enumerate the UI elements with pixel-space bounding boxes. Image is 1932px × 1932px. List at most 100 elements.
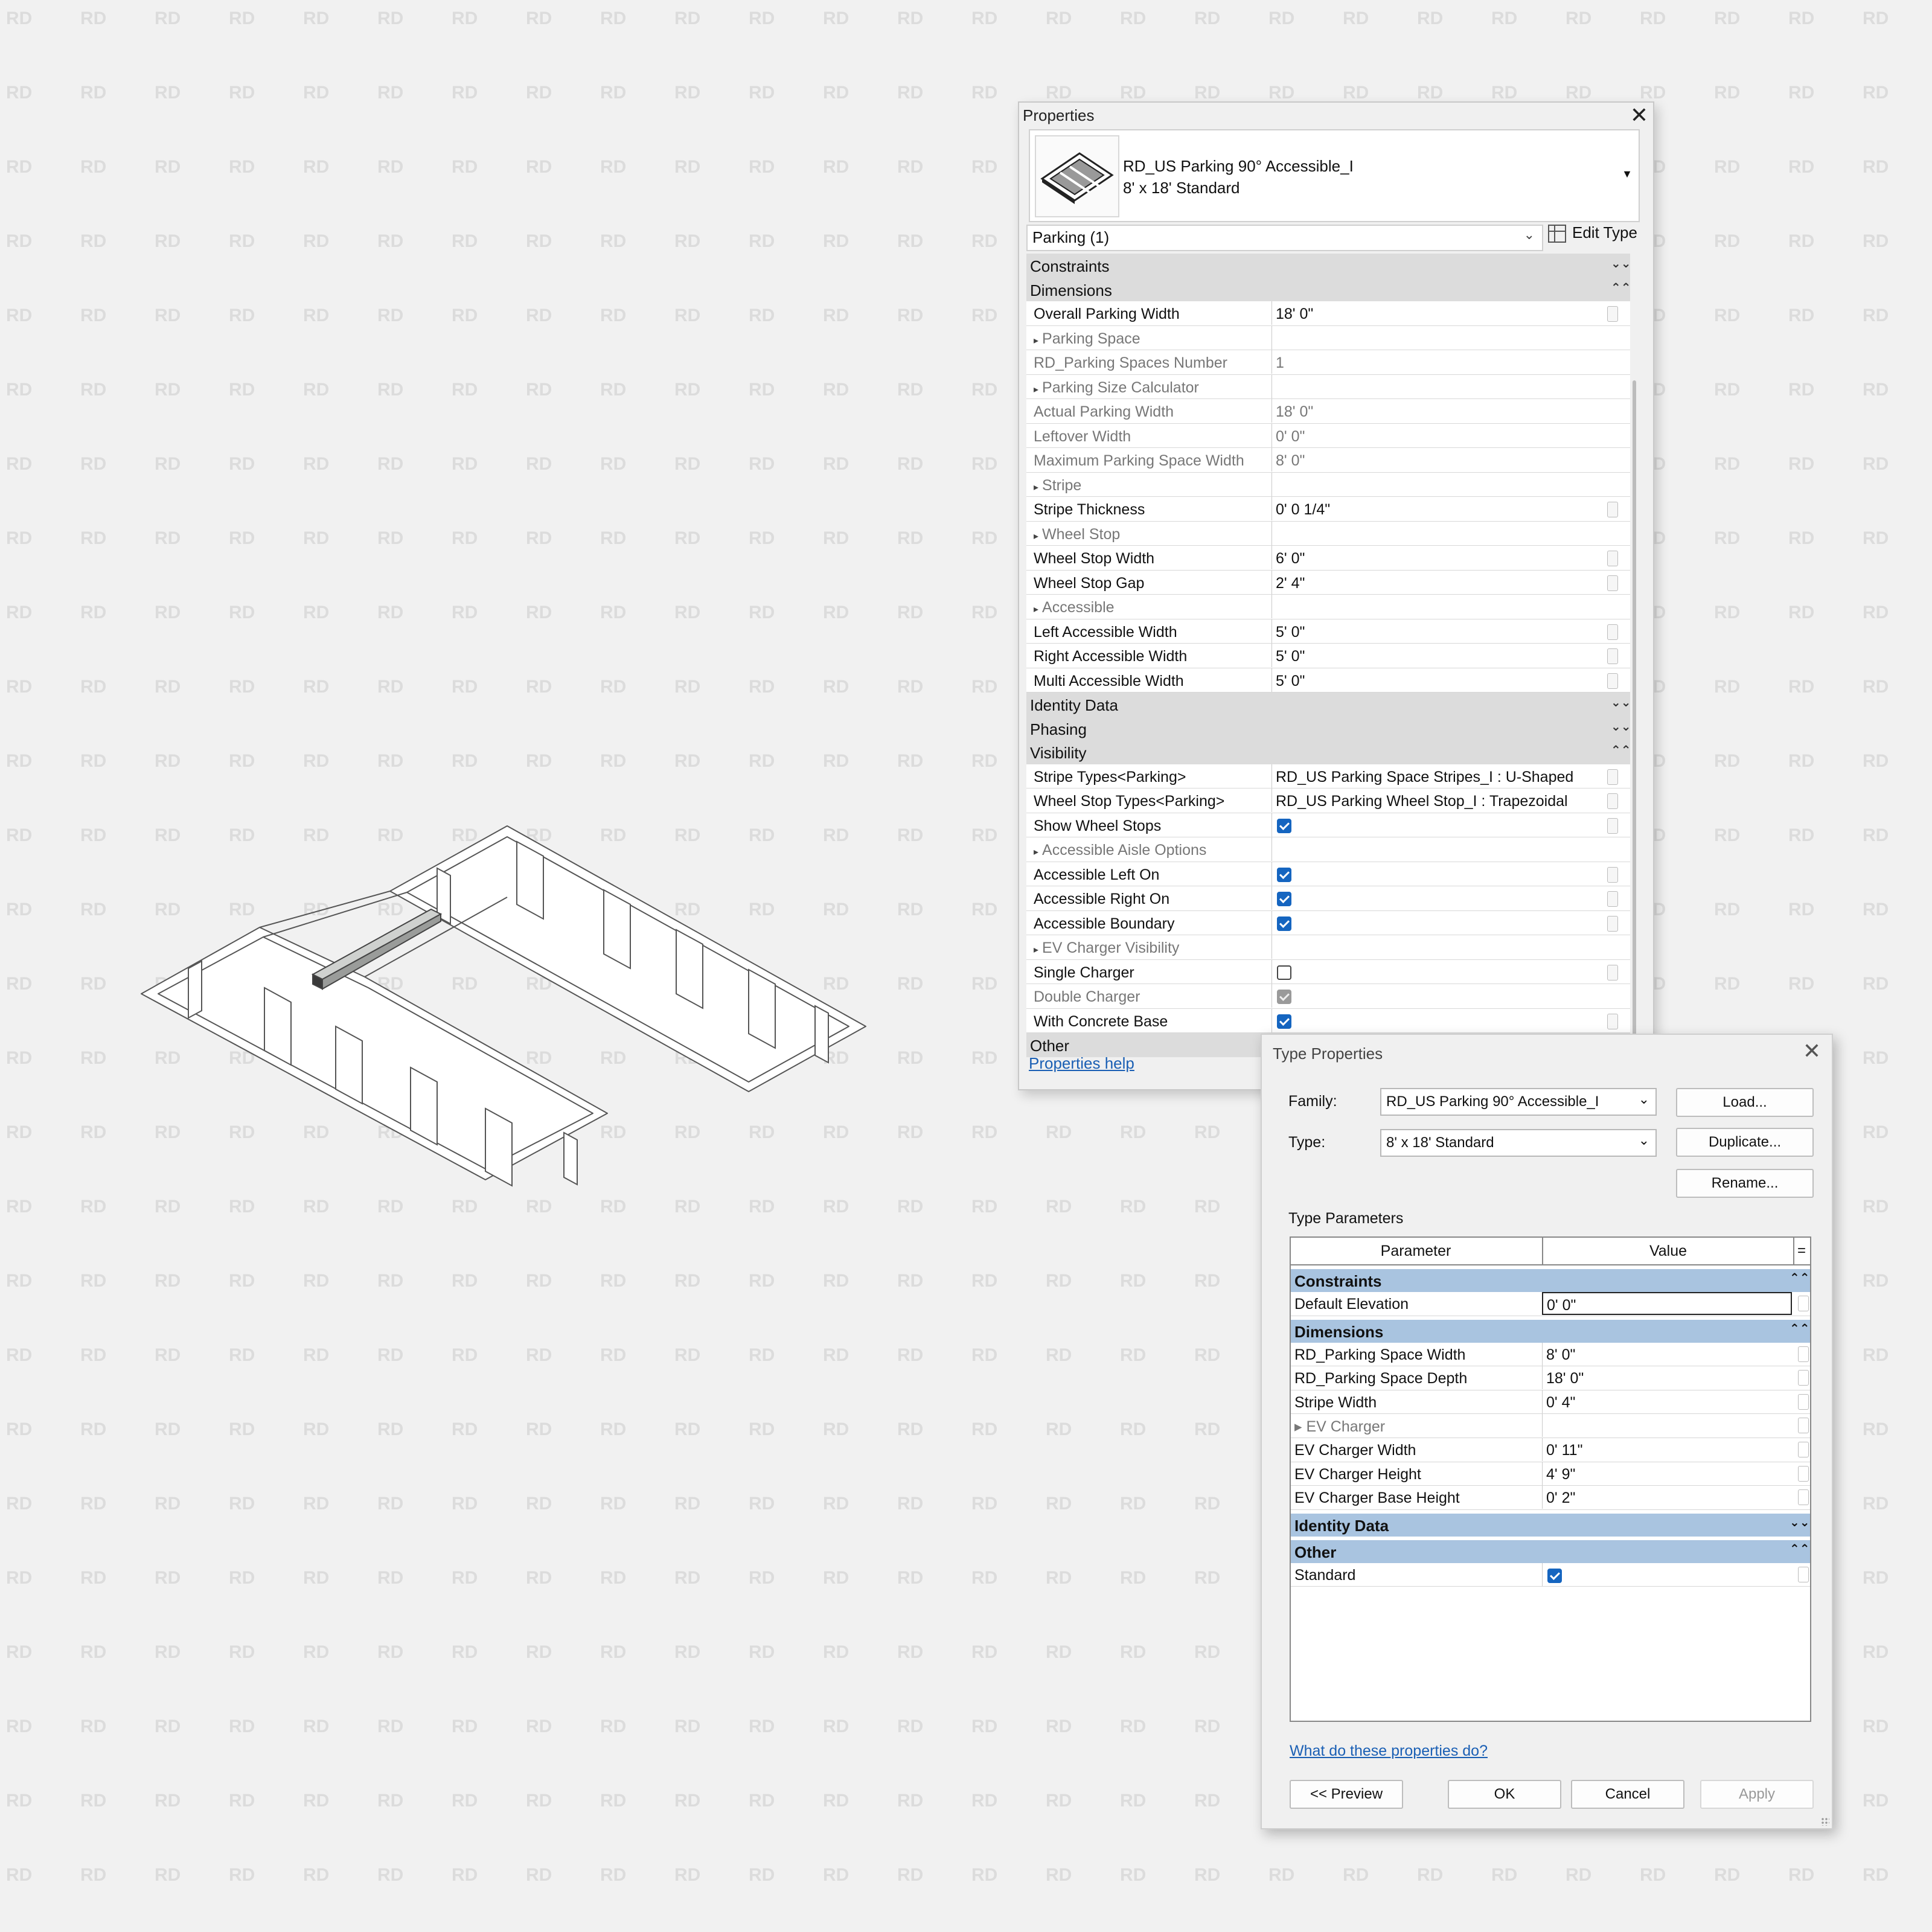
parameter-value[interactable] [1542, 1414, 1793, 1438]
associate-parameter-icon[interactable] [1798, 1418, 1809, 1434]
property-value[interactable]: 18' 0" [1271, 301, 1601, 325]
resize-grip-icon[interactable] [1821, 1817, 1829, 1826]
type-param-row-rd-parking-space-depth[interactable]: RD_Parking Space Depth 18' 0" [1291, 1366, 1810, 1390]
associate-parameter-icon[interactable] [1798, 1465, 1809, 1482]
associate-parameter-icon[interactable] [1798, 1296, 1809, 1311]
associate-parameter-icon[interactable] [1607, 502, 1618, 517]
properties-help-link[interactable]: Properties help [1029, 1054, 1134, 1073]
category-identity-data[interactable]: Identity Data ⌄⌄ [1026, 693, 1631, 717]
collapse-chevron-icon[interactable]: ⌃⌃ [1611, 280, 1631, 295]
checkbox[interactable] [1277, 965, 1291, 980]
rename-button[interactable]: Rename... [1676, 1169, 1814, 1198]
preview-button[interactable]: << Preview [1290, 1780, 1403, 1809]
property-value[interactable] [1271, 325, 1601, 350]
property-row-accessible-boundary[interactable]: Accessible Boundary [1026, 910, 1630, 935]
checkbox[interactable] [1277, 892, 1291, 906]
property-value[interactable]: 5' 0" [1271, 619, 1601, 643]
type-param-row-standard[interactable]: Standard [1291, 1563, 1810, 1587]
associate-parameter-icon[interactable] [1607, 915, 1618, 932]
ok-button[interactable]: OK [1448, 1780, 1561, 1809]
property-row-stripe-thickness[interactable]: Stripe Thickness 0' 0 1/4" [1026, 497, 1630, 522]
cancel-button[interactable]: Cancel [1571, 1780, 1684, 1809]
load-button[interactable]: Load... [1676, 1088, 1814, 1117]
expand-triangle-icon[interactable]: ▸ [1034, 482, 1038, 493]
property-row-wheel-stop[interactable]: ▸ Wheel Stop [1026, 521, 1630, 546]
property-row-show-wheel-stops[interactable]: Show Wheel Stops [1026, 813, 1630, 837]
property-value[interactable] [1271, 374, 1601, 398]
property-value[interactable]: 1 [1271, 350, 1601, 374]
associate-parameter-icon[interactable] [1607, 793, 1618, 809]
collapse-chevron-icon[interactable]: ⌃⌃ [1790, 1321, 1810, 1336]
expand-triangle-icon[interactable]: ▸ [1034, 945, 1038, 955]
property-value[interactable]: 0' 0 1/4" [1271, 497, 1601, 520]
associate-parameter-icon[interactable] [1607, 964, 1618, 980]
property-row-right-accessible-width[interactable]: Right Accessible Width 5' 0" [1026, 644, 1630, 668]
type-param-row-ev-charger-width[interactable]: EV Charger Width 0' 11" [1291, 1438, 1810, 1462]
column-parameter[interactable]: Parameter [1291, 1243, 1541, 1260]
properties-help-link[interactable]: What do these properties do? [1290, 1742, 1488, 1760]
property-row-wheel-stop-width[interactable]: Wheel Stop Width 6' 0" [1026, 546, 1630, 571]
property-value[interactable]: RD_US Parking Space Stripes_I : U-Shaped [1271, 764, 1601, 788]
property-row-accessible[interactable]: ▸ Accessible [1026, 595, 1630, 619]
associate-parameter-icon[interactable] [1798, 1393, 1809, 1410]
category-constraints[interactable]: Constraints ⌃⌃ [1291, 1269, 1810, 1292]
type-param-row-ev-charger-base-height[interactable]: EV Charger Base Height 0' 2" [1291, 1486, 1810, 1510]
associate-parameter-icon[interactable] [1607, 306, 1618, 322]
associate-parameter-icon[interactable] [1607, 575, 1618, 591]
associate-parameter-icon[interactable] [1607, 551, 1618, 566]
associate-parameter-icon[interactable] [1607, 866, 1618, 883]
category-other[interactable]: Other ⌃⌃ [1291, 1540, 1810, 1563]
associate-parameter-icon[interactable] [1798, 1566, 1809, 1582]
category-dimensions[interactable]: Dimensions ⌃⌃ [1291, 1319, 1810, 1343]
family-dropdown[interactable]: RD_US Parking 90° Accessible_I ⌄ [1380, 1088, 1657, 1116]
expand-triangle-icon[interactable]: ▸ [1034, 385, 1038, 395]
property-value[interactable] [1271, 984, 1601, 1008]
instance-filter-dropdown[interactable]: Parking (1) ⌄ [1026, 225, 1543, 251]
property-value[interactable] [1271, 595, 1601, 618]
property-row-ev-charger-visibility[interactable]: ▸ EV Charger Visibility [1026, 935, 1630, 960]
associate-parameter-icon[interactable] [1798, 1441, 1809, 1457]
associate-parameter-icon[interactable] [1607, 673, 1618, 689]
property-row-wheel-stop-gap[interactable]: Wheel Stop Gap 2' 4" [1026, 570, 1630, 595]
property-value[interactable]: RD_US Parking Wheel Stop_I : Trapezoidal [1271, 788, 1601, 812]
associate-parameter-icon[interactable] [1607, 891, 1618, 907]
close-icon[interactable]: ✕ [1803, 1038, 1821, 1064]
property-value[interactable]: 2' 4" [1271, 570, 1601, 594]
edit-type-button[interactable]: Edit Type [1548, 223, 1637, 243]
duplicate-button[interactable]: Duplicate... [1676, 1128, 1814, 1157]
property-row-stripe-types-parking[interactable]: Stripe Types<Parking> RD_US Parking Space… [1026, 764, 1630, 788]
property-row-wheel-stop-types-parking[interactable]: Wheel Stop Types<Parking> RD_US Parking W… [1026, 788, 1630, 813]
type-param-row-rd-parking-space-width[interactable]: RD_Parking Space Width 8' 0" [1291, 1342, 1810, 1367]
expand-triangle-icon[interactable]: ▸ [1294, 1418, 1307, 1435]
checkbox[interactable] [1547, 1568, 1562, 1583]
property-row-actual-parking-width[interactable]: Actual Parking Width 18' 0" [1026, 399, 1630, 424]
type-param-row-stripe-width[interactable]: Stripe Width 0' 4" [1291, 1390, 1810, 1415]
checkbox[interactable] [1277, 818, 1291, 833]
property-row-accessible-right-on[interactable]: Accessible Right On [1026, 886, 1630, 911]
category-phasing[interactable]: Phasing ⌄⌄ [1026, 716, 1631, 740]
type-dropdown[interactable]: 8' x 18' Standard ⌄ [1380, 1129, 1657, 1157]
type-param-row-ev-charger-height[interactable]: EV Charger Height 4' 9" [1291, 1462, 1810, 1486]
checkbox[interactable] [1277, 867, 1291, 882]
parameter-value[interactable]: 0' 0" [1542, 1292, 1792, 1315]
property-row-parking-space[interactable]: ▸ Parking Space [1026, 325, 1630, 350]
associate-parameter-icon[interactable] [1607, 817, 1618, 834]
column-formula[interactable]: = [1793, 1238, 1809, 1264]
apply-button[interactable]: Apply [1700, 1780, 1814, 1809]
property-value[interactable] [1271, 837, 1601, 861]
parameter-value[interactable]: 8' 0" [1542, 1342, 1793, 1366]
property-row-parking-size-calculator[interactable]: ▸ Parking Size Calculator [1026, 374, 1630, 399]
chevron-down-icon[interactable]: ▼ [1622, 168, 1633, 181]
property-value[interactable]: 6' 0" [1271, 546, 1601, 569]
category-constraints[interactable]: Constraints ⌄⌄ [1026, 254, 1631, 278]
associate-parameter-icon[interactable] [1798, 1489, 1809, 1506]
property-value[interactable] [1271, 862, 1601, 886]
parameter-value[interactable]: 0' 2" [1542, 1486, 1793, 1509]
property-row-accessible-aisle-options[interactable]: ▸ Accessible Aisle Options [1026, 837, 1630, 862]
property-value[interactable] [1271, 521, 1601, 545]
collapse-chevron-icon[interactable]: ⌃⌃ [1790, 1270, 1810, 1285]
property-value[interactable]: 0' 0" [1271, 423, 1601, 447]
expand-triangle-icon[interactable]: ▸ [1034, 847, 1038, 857]
expand-chevron-icon[interactable]: ⌄⌄ [1611, 719, 1631, 734]
property-row-with-concrete-base[interactable]: With Concrete Base [1026, 1008, 1630, 1033]
